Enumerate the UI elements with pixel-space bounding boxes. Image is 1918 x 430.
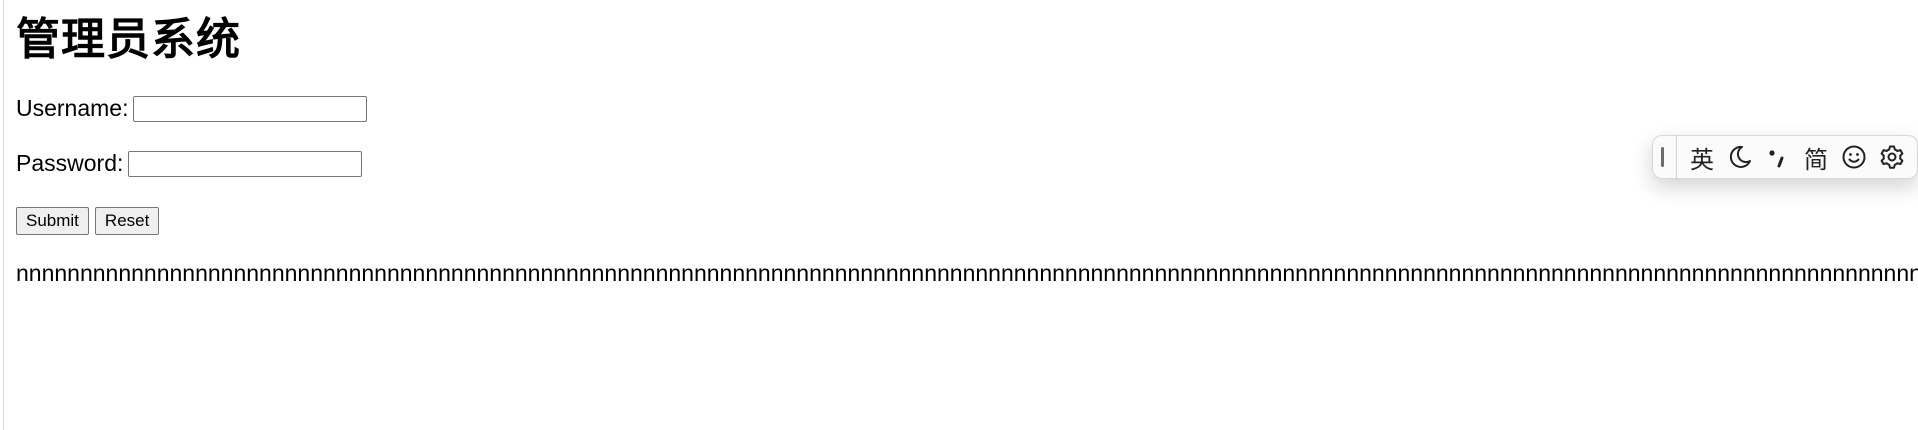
password-input[interactable]	[128, 150, 363, 177]
password-label: Password:	[16, 150, 124, 176]
language-toggle[interactable]: 英	[1683, 139, 1721, 175]
output-text: nnnnnnnnnnnnnnnnnnnnnnnnnnnnnnnnnnnnnnnn…	[16, 260, 1918, 286]
username-input[interactable]	[133, 95, 368, 122]
emoji-icon[interactable]	[1835, 139, 1873, 175]
drag-grip-icon[interactable]	[1661, 147, 1664, 167]
gear-icon[interactable]	[1873, 139, 1911, 175]
username-row: Username:	[16, 95, 368, 122]
username-label: Username:	[16, 95, 129, 121]
window-edge-divider	[3, 0, 4, 430]
ime-divider	[1676, 135, 1677, 179]
reset-button[interactable]: Reset	[94, 207, 160, 235]
form-buttons: Submit Reset	[16, 207, 160, 235]
submit-button[interactable]: Submit	[16, 207, 89, 235]
script-toggle[interactable]: 简	[1797, 139, 1835, 175]
moon-icon[interactable]	[1721, 139, 1759, 175]
ime-toolbar: 英 简	[1652, 135, 1918, 179]
punctuation-icon[interactable]	[1759, 139, 1797, 175]
password-row: Password:	[16, 150, 363, 177]
browser-page: 管理员系统 Username: Password: Submit Reset n…	[0, 0, 1918, 430]
page-title: 管理员系统	[16, 14, 241, 65]
